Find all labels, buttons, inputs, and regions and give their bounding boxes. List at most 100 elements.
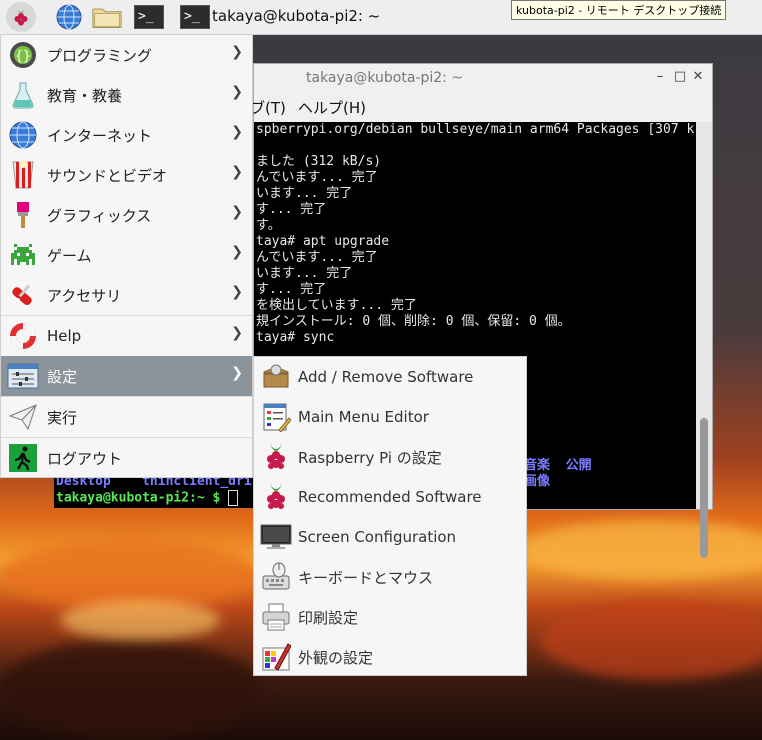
file-manager-launcher[interactable] xyxy=(92,2,122,32)
menu-item-game[interactable]: ゲーム ❯ xyxy=(1,235,252,275)
terminal-icon: >_ xyxy=(180,5,210,29)
menu-item-label: プログラミング xyxy=(47,46,153,65)
terminal-line: 規インストール: 0 個、削除: 0 個、保留: 0 個。 xyxy=(256,314,571,329)
menu-editor-icon xyxy=(260,401,292,433)
menu-item-run[interactable]: 実行 xyxy=(1,397,252,437)
submenu-item-recommended-software[interactable]: Recommended Software xyxy=(254,477,526,517)
menu-item-graphics[interactable]: グラフィックス ❯ xyxy=(1,195,252,235)
maximize-icon[interactable]: □ xyxy=(672,69,688,85)
programming-icon: {} xyxy=(7,39,39,71)
submenu-item-label: Screen Configuration xyxy=(298,528,457,546)
terminal-prompt-line: takaya@kubota-pi2:~ $ xyxy=(56,490,239,507)
settings-icon xyxy=(7,360,39,392)
terminal-screen-left[interactable]: Desktop thinclient_dri takaya@kubota-pi2… xyxy=(54,474,254,508)
keyboard-mouse-icon xyxy=(260,561,292,593)
logout-icon xyxy=(7,442,39,474)
help-menu[interactable]: ヘルプ(H) xyxy=(298,97,366,118)
raspberry-menu-button[interactable] xyxy=(6,2,36,32)
monitor-icon xyxy=(260,521,292,553)
terminal-prompt: takaya@kubota-pi2:~ $ xyxy=(56,490,221,506)
chevron-right-icon: ❯ xyxy=(231,204,243,220)
graphics-icon xyxy=(7,199,39,231)
terminal-icon: >_ xyxy=(134,5,164,29)
submenu-item-add-remove-software[interactable]: Add / Remove Software xyxy=(254,357,526,397)
chevron-right-icon: ❯ xyxy=(231,84,243,100)
terminal-line: ました (312 kB/s) xyxy=(256,154,382,169)
top-panel: >_ >_ takaya@kubota-pi2: ~ kubota-pi2 - … xyxy=(0,0,762,35)
close-icon[interactable]: ✕ xyxy=(690,69,706,85)
submenu-item-appearance-settings[interactable]: 外観の設定 xyxy=(254,637,526,677)
folder-icon xyxy=(92,8,122,29)
sound-video-icon xyxy=(7,159,39,191)
submenu-item-label: Recommended Software xyxy=(298,488,482,506)
sky-cloud xyxy=(540,600,762,680)
directory-listing: 画像 xyxy=(524,474,551,489)
submenu-item-screen-configuration[interactable]: Screen Configuration xyxy=(254,517,526,557)
terminal-line: taya# sync xyxy=(256,330,335,345)
terminal-line: す... 完了 xyxy=(256,282,327,297)
submenu-item-keyboard-mouse[interactable]: キーボードとマウス xyxy=(254,557,526,597)
menu-item-logout[interactable]: ログアウト xyxy=(1,438,252,478)
submenu-item-raspberry-pi-config[interactable]: Raspberry Pi の設定 xyxy=(254,437,526,477)
menu-item-label: ログアウト xyxy=(47,449,123,468)
submenu-item-main-menu-editor[interactable]: Main Menu Editor xyxy=(254,397,526,437)
browser-launcher[interactable] xyxy=(54,2,84,32)
chevron-right-icon: ❯ xyxy=(231,44,243,60)
menu-item-label: 教育・教養 xyxy=(47,86,123,105)
directory-listing: 音楽 公開 xyxy=(524,458,592,473)
menu-item-label: ゲーム xyxy=(47,246,92,265)
game-icon xyxy=(7,239,39,271)
submenu-item-label: Add / Remove Software xyxy=(298,368,474,386)
terminal-line: spberrypi.org/debian bullseye/main arm64… xyxy=(256,122,695,137)
education-icon xyxy=(7,79,39,111)
menu-item-internet[interactable]: インターネット ❯ xyxy=(1,115,252,155)
terminal-cursor xyxy=(228,490,239,506)
remote-desktop-tooltip: kubota-pi2 - リモート デスクトップ接続 xyxy=(511,0,727,20)
chevron-right-icon: ❯ xyxy=(231,325,243,341)
raspberry-icon xyxy=(260,481,292,513)
terminal-task-button[interactable]: >_ xyxy=(180,2,210,32)
accessories-icon xyxy=(7,279,39,311)
submenu-item-label: 印刷設定 xyxy=(298,608,359,627)
terminal-line: を検出しています... 完了 xyxy=(256,298,417,313)
svg-text:{}: {} xyxy=(15,49,31,64)
menu-item-programming[interactable]: {} プログラミング ❯ xyxy=(1,35,252,75)
terminal-launcher[interactable]: >_ xyxy=(134,2,164,32)
printer-icon xyxy=(260,601,292,633)
chevron-right-icon: ❯ xyxy=(231,284,243,300)
terminal-scrollbar[interactable] xyxy=(696,122,712,558)
terminal-title: takaya@kubota-pi2: ~ xyxy=(306,70,464,86)
menu-item-settings[interactable]: 設定 ❯ xyxy=(1,356,252,396)
raspberry-icon xyxy=(260,441,292,473)
terminal-line: んでいます... 完了 xyxy=(256,250,378,265)
terminal-titlebar[interactable]: takaya@kubota-pi2: ~ – □ ✕ xyxy=(254,64,712,92)
sky-cloud xyxy=(60,600,220,640)
submenu-item-label: Raspberry Pi の設定 xyxy=(298,448,442,467)
terminal-line: います... 完了 xyxy=(256,266,353,281)
chevron-right-icon: ❯ xyxy=(231,164,243,180)
menu-item-accessories[interactable]: アクセサリ ❯ xyxy=(1,275,252,315)
main-menu: {} プログラミング ❯ 教育・教養 ❯ インターネット ❯ サウンドとビデオ … xyxy=(0,34,253,478)
submenu-item-print-settings[interactable]: 印刷設定 xyxy=(254,597,526,637)
scrollbar-thumb[interactable] xyxy=(700,418,708,558)
minimize-icon[interactable]: – xyxy=(652,69,668,85)
menu-item-label: グラフィックス xyxy=(47,206,152,225)
menu-item-label: Help xyxy=(47,327,82,345)
settings-submenu: Add / Remove Software Main Menu Editor R… xyxy=(253,356,527,676)
terminal-line: す... 完了 xyxy=(256,202,327,217)
menu-item-sound-video[interactable]: サウンドとビデオ ❯ xyxy=(1,155,252,195)
menu-item-label: 実行 xyxy=(47,408,78,427)
menu-item-label: サウンドとビデオ xyxy=(47,166,168,185)
internet-icon xyxy=(7,119,39,151)
menu-item-help[interactable]: Help ❯ xyxy=(1,316,252,356)
menu-item-education[interactable]: 教育・教養 ❯ xyxy=(1,75,252,115)
sky-cloud xyxy=(520,520,762,580)
submenu-item-label: キーボードとマウス xyxy=(298,568,434,587)
menu-item-label: インターネット xyxy=(47,126,153,145)
package-icon xyxy=(260,361,292,393)
tabs-menu[interactable]: ブ(T) xyxy=(250,97,286,118)
globe-icon xyxy=(56,4,82,30)
submenu-item-label: 外観の設定 xyxy=(298,648,374,667)
terminal-line: す。 xyxy=(256,218,281,233)
taskbar-window-title[interactable]: takaya@kubota-pi2: ~ xyxy=(212,7,380,25)
